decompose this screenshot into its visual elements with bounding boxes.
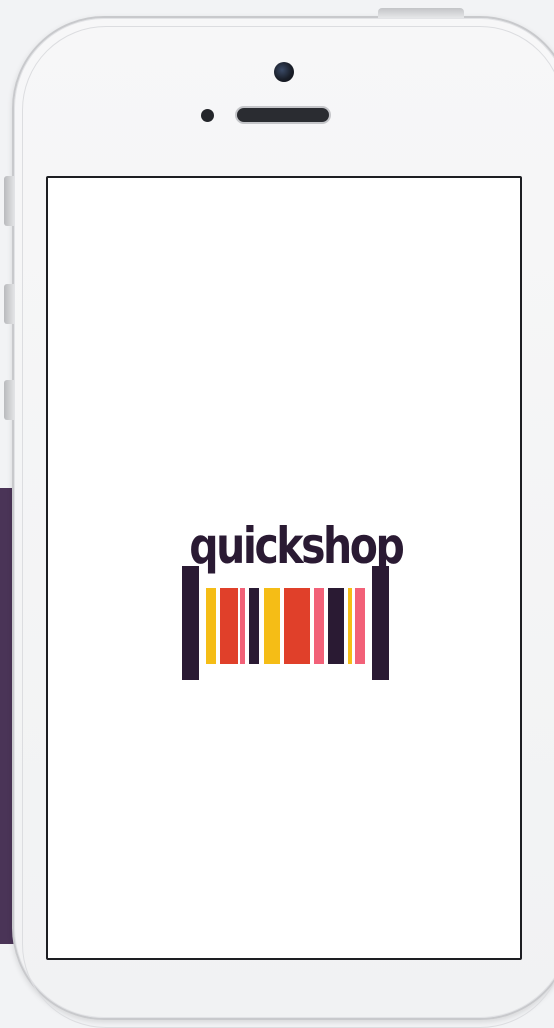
volume-down-button [4,380,14,420]
volume-up-button [4,284,14,324]
barcode-post-left [182,566,199,680]
barcode-stripe [284,588,310,664]
barcode-stripe [240,588,245,664]
phone-screen: quickshop [46,176,522,960]
barcode-stripe [314,588,324,664]
barcode-stripe [220,588,238,664]
proximity-sensor-icon [201,109,214,122]
barcode-stripe [355,588,365,664]
barcode-stripe [206,588,216,664]
earpiece-speaker-icon [237,108,329,122]
barcode-logo-icon [182,566,389,680]
barcode-stripe [348,588,352,664]
front-camera-icon [274,62,294,82]
barcode-stripe [264,588,280,664]
quickshop-logo: quickshop [168,508,405,684]
power-button [378,8,464,18]
barcode-stripe [249,588,259,664]
barcode-post-right [372,566,389,680]
silent-switch [4,176,14,226]
barcode-stripe [328,588,344,664]
